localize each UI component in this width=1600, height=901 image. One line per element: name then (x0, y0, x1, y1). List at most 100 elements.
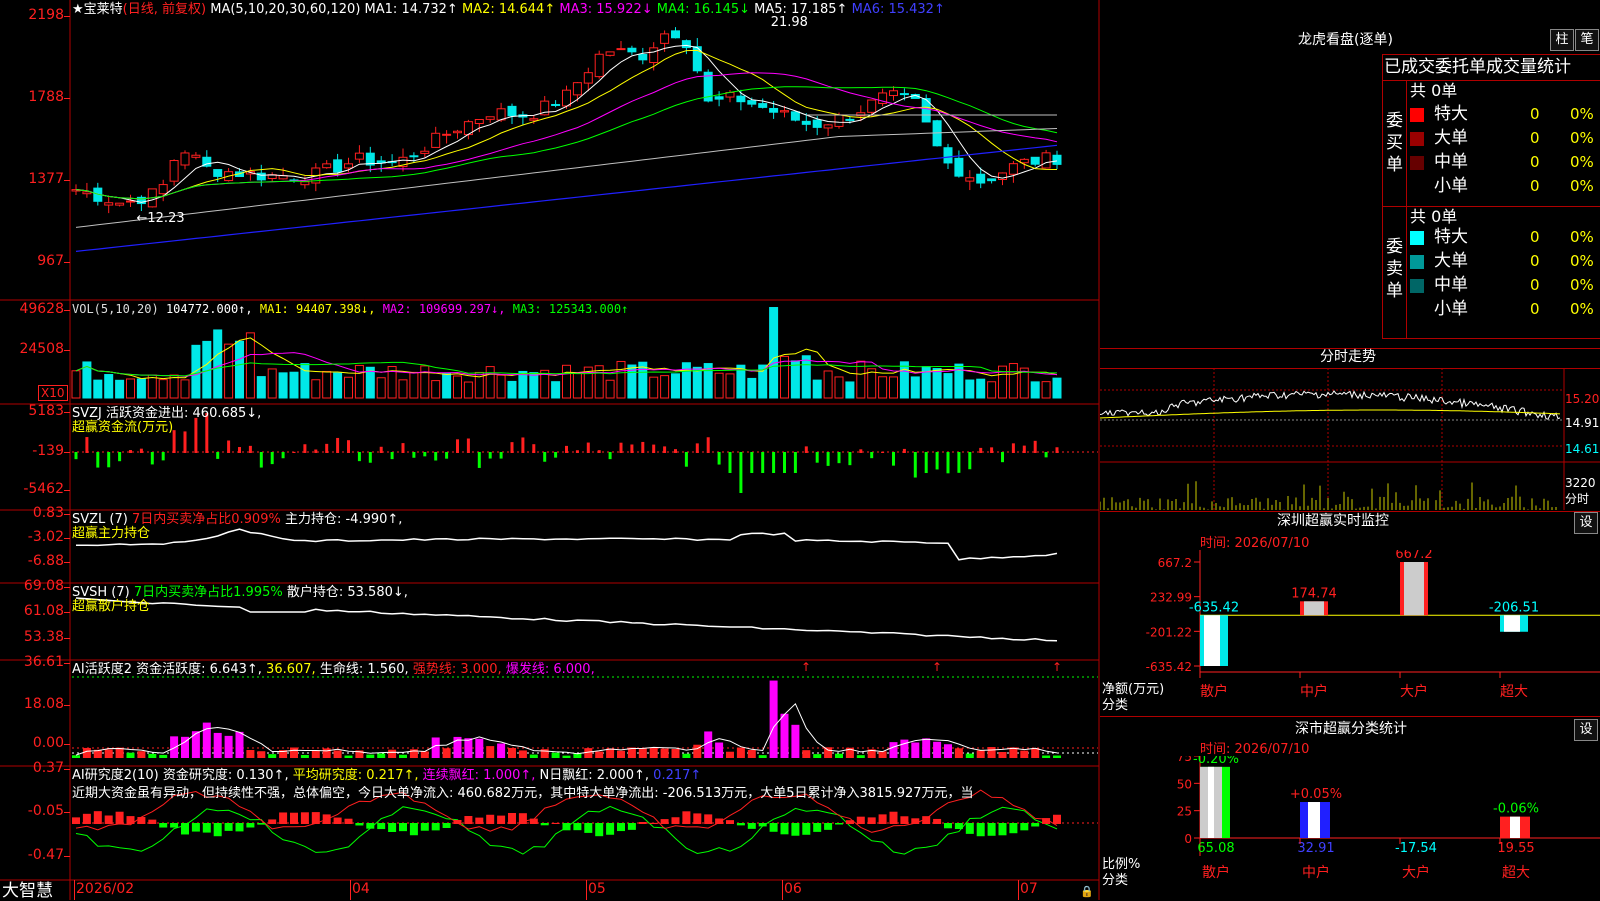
ai2-bar (191, 823, 200, 832)
candle-body (801, 120, 811, 125)
ai2-bar (1020, 823, 1029, 831)
flow-bar (630, 444, 634, 453)
svsh-subtitle: 超赢散户持仓 (72, 599, 151, 614)
sell-row-count: 0 (1530, 228, 1540, 246)
buy-row-pct: 0% (1570, 129, 1594, 147)
ai2-bar (366, 823, 375, 829)
candle-body (115, 202, 125, 206)
price-tick: 1377 (28, 171, 64, 187)
ai2-bar (377, 823, 386, 830)
sell-row-pct: 0% (1570, 300, 1594, 318)
ai2-bar (235, 823, 244, 832)
sz-monitor-tick: -635.42 (1146, 660, 1192, 674)
ma-value-4: MA4: 16.145↓ (656, 2, 755, 17)
sz-class-bar (1500, 816, 1530, 838)
minute-chart[interactable] (1100, 368, 1600, 510)
sell-row-pct: 0% (1570, 276, 1594, 294)
ai1-bar (344, 755, 353, 758)
stock-chart[interactable]: 21.98 ←12.23 ↑ ↑ ↑ (0, 0, 1100, 900)
flow-bar (107, 452, 111, 468)
candle-body (354, 152, 364, 160)
candle-body (845, 118, 855, 121)
volume-bar (932, 368, 942, 399)
ai2-bar (954, 823, 963, 830)
candle-body (747, 100, 757, 105)
bar-mode-button[interactable]: 柱 (1550, 29, 1574, 51)
ma-value-2: MA2: 14.644↑ (461, 2, 560, 17)
sz-monitor-category: 中户 (1300, 683, 1328, 700)
sz-class-settings-button[interactable]: 设 (1574, 719, 1598, 741)
volume-bar (649, 376, 659, 399)
svzl-line (75, 528, 1058, 561)
flow-bar (619, 442, 623, 453)
candle-body (180, 152, 190, 166)
sell-row-count: 0 (1530, 252, 1540, 270)
ai2-bar (1042, 818, 1051, 824)
ai1-bar (72, 755, 80, 758)
sz-class-category: 散户 (1202, 864, 1230, 881)
volume-bar (616, 360, 626, 399)
flow-bar (575, 450, 579, 453)
sz-class-value: 65.08 (1197, 841, 1234, 856)
candle-body (649, 47, 659, 64)
ai2-bar (606, 823, 615, 835)
buy-row-name: 特大 (1434, 104, 1468, 124)
right-panel: 龙虎看盘(逐单) 柱 笔 已成交委托单成交量统计 委买单 委卖单 共 0单 共 … (1100, 0, 1600, 900)
ai2-tick: -0.05 (27, 803, 64, 819)
volume-bar (812, 379, 822, 399)
ai1-bar (736, 747, 745, 758)
svsh-tick: 53.38 (23, 629, 64, 645)
ai2-bar (922, 816, 931, 824)
dragon-tabs[interactable]: 已成交委托单成交量统计 (1384, 57, 1571, 77)
volume-bar (867, 368, 877, 399)
flow-bar (477, 452, 481, 468)
flow-bar (837, 452, 841, 464)
flow-bar (695, 443, 699, 453)
flow-bar (227, 440, 231, 453)
ai1-bar (671, 748, 680, 758)
ai2-bar (987, 823, 996, 836)
flow-bar (815, 452, 819, 463)
flow-bar (292, 451, 296, 453)
sz-monitor-settings-button[interactable]: 设 (1574, 512, 1598, 534)
flow-bar (194, 417, 198, 453)
sell-row-name: 中单 (1434, 275, 1468, 295)
flow-bar (445, 452, 449, 459)
ai2-bar (867, 817, 876, 824)
ai2-bar (595, 823, 604, 837)
sz-monitor-value: 174.74 (1291, 586, 1337, 601)
x-axis-label: 06 (784, 881, 802, 897)
star-icon[interactable]: ★ (72, 2, 84, 17)
ai2-bar (845, 820, 854, 824)
period-label[interactable]: (日线, 前复权) (123, 2, 206, 17)
price-tick: 967 (37, 253, 64, 269)
sz-monitor-ylabel: 净额(万元) (1102, 682, 1165, 697)
candle-body (899, 93, 909, 96)
ai2-bar (1009, 823, 1018, 834)
lock-icon[interactable]: 🔒 (1080, 884, 1094, 899)
ai1-bar (649, 747, 658, 758)
tick-mode-button[interactable]: 笔 (1575, 29, 1599, 51)
ai2-bar (791, 823, 800, 836)
buy-swatch (1410, 132, 1424, 146)
candle-body (714, 96, 724, 100)
flow-bar (608, 452, 612, 460)
ai1-tick: 36.61 (23, 654, 64, 670)
ai1-bar (159, 754, 168, 758)
volume-bar (910, 376, 920, 399)
ai2-bar (529, 818, 538, 824)
ai2-bar (213, 823, 222, 837)
svzj-subtitle: 超赢资金流(万元) (72, 420, 174, 435)
ai2-bar (82, 813, 91, 824)
volume-bar (245, 332, 255, 399)
ai1-bar (235, 731, 244, 758)
minute-tick-mid: 14.91 (1565, 416, 1600, 430)
flow-bar (826, 452, 830, 466)
minute-tick-high: 15.20 (1565, 392, 1600, 406)
ai1-bar (813, 754, 822, 758)
ai1-bar (366, 754, 375, 758)
minute-title: 分时走势 (1320, 349, 1376, 365)
volume-bar (147, 374, 157, 399)
ma1-line (75, 44, 1058, 203)
candle-body (736, 95, 746, 103)
